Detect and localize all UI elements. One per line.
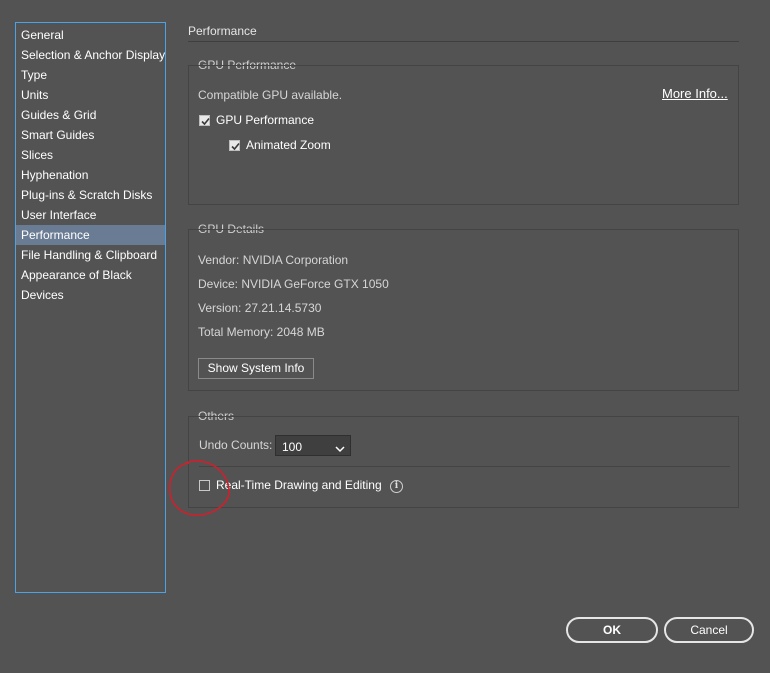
gpu-device-text: Device: NVIDIA GeForce GTX 1050 <box>198 277 389 291</box>
gpu-vendor-text: Vendor: NVIDIA Corporation <box>198 253 349 267</box>
cancel-button[interactable]: Cancel <box>664 617 754 643</box>
gpu-performance-checkbox[interactable] <box>199 115 210 126</box>
chevron-down-icon <box>335 442 345 456</box>
undo-counts-select[interactable]: 100 <box>275 435 351 456</box>
gpu-version-text: Version: 27.21.14.5730 <box>198 301 322 315</box>
preferences-dialog: General Selection & Anchor Display Type … <box>0 0 770 673</box>
preferences-sidebar: General Selection & Anchor Display Type … <box>15 22 166 593</box>
sidebar-item-file-handling-clipboard[interactable]: File Handling & Clipboard <box>16 245 165 265</box>
show-system-info-button[interactable]: Show System Info <box>198 358 314 379</box>
realtime-drawing-checkbox[interactable] <box>199 480 210 491</box>
checkmark-icon <box>201 117 210 126</box>
sidebar-item-appearance-of-black[interactable]: Appearance of Black <box>16 265 165 285</box>
sidebar-item-slices[interactable]: Slices <box>16 145 165 165</box>
gpu-performance-checkbox-label[interactable]: GPU Performance <box>216 113 314 127</box>
sidebar-item-user-interface[interactable]: User Interface <box>16 205 165 225</box>
ok-button[interactable]: OK <box>566 617 658 643</box>
sidebar-item-smart-guides[interactable]: Smart Guides <box>16 125 165 145</box>
others-group <box>188 416 739 508</box>
sidebar-item-selection-anchor-display[interactable]: Selection & Anchor Display <box>16 45 165 65</box>
gpu-performance-group <box>188 65 739 205</box>
info-icon[interactable]: i <box>390 480 403 493</box>
undo-counts-label: Undo Counts: <box>199 438 273 452</box>
gpu-memory-text: Total Memory: 2048 MB <box>198 325 325 339</box>
sidebar-item-guides-grid[interactable]: Guides & Grid <box>16 105 165 125</box>
sidebar-item-plugins-scratch-disks[interactable]: Plug-ins & Scratch Disks <box>16 185 165 205</box>
sidebar-item-type[interactable]: Type <box>16 65 165 85</box>
undo-counts-value: 100 <box>282 440 303 454</box>
sidebar-list: General Selection & Anchor Display Type … <box>16 23 165 305</box>
more-info-link[interactable]: More Info... <box>662 86 728 101</box>
sidebar-item-hyphenation[interactable]: Hyphenation <box>16 165 165 185</box>
animated-zoom-checkbox-label[interactable]: Animated Zoom <box>246 138 331 152</box>
sidebar-item-general[interactable]: General <box>16 25 165 45</box>
title-divider <box>188 41 739 42</box>
sidebar-item-performance[interactable]: Performance <box>16 225 165 245</box>
sidebar-item-units[interactable]: Units <box>16 85 165 105</box>
animated-zoom-checkbox[interactable] <box>229 140 240 151</box>
others-divider <box>199 466 730 467</box>
checkmark-icon <box>231 142 240 151</box>
sidebar-item-devices[interactable]: Devices <box>16 285 165 305</box>
realtime-drawing-checkbox-label[interactable]: Real-Time Drawing and Editing <box>216 478 382 492</box>
gpu-status-text: Compatible GPU available. <box>198 88 343 102</box>
page-title: Performance <box>188 24 257 38</box>
